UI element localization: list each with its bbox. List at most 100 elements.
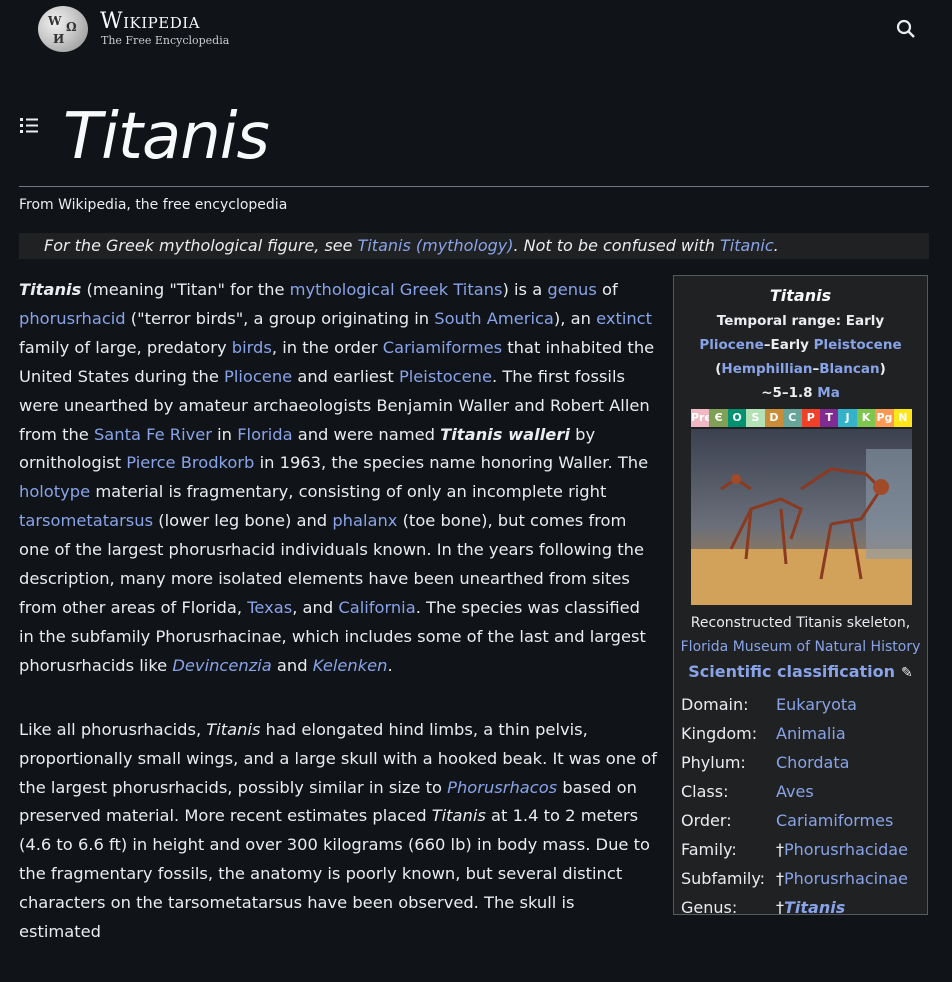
link[interactable]: Phorusrhacos	[447, 778, 557, 797]
text: at 1.4 to 2 meters (4.6 to 6.6 ft) in he…	[19, 806, 650, 942]
link[interactable]: phalanx	[332, 511, 397, 530]
hatnote-link-mythology[interactable]: Titanis (mythology)	[358, 236, 514, 255]
link[interactable]: holotype	[19, 482, 90, 501]
taxonomy-value: †Phorusrhacinae	[776, 864, 921, 893]
scientific-classification-link[interactable]: Scientific classification	[688, 662, 895, 681]
link[interactable]: Florida	[237, 425, 292, 444]
timeline-period[interactable]: P	[801, 409, 820, 427]
taxon-link[interactable]: Phorusrhacidae	[784, 840, 908, 859]
text: .	[387, 655, 393, 675]
link[interactable]: Santa Fe River	[94, 425, 212, 444]
text: family of large, predatory	[19, 337, 232, 357]
infobox-title: Titanis	[769, 286, 832, 305]
text: ) is a	[502, 280, 548, 299]
temporal-range: Temporal range: Early Pliocene–Early Ple…	[674, 309, 927, 405]
text: Like all phorusrhacids,	[19, 719, 207, 739]
timeline-period[interactable]: O	[727, 409, 747, 427]
hatnote-link-titanic[interactable]: Titanic	[720, 236, 774, 255]
timeline-period[interactable]: T	[819, 409, 839, 427]
taxonomy-rank: Kingdom:	[681, 724, 758, 743]
text: and	[271, 655, 313, 675]
hatnote-text: For the Greek mythological figure, see	[44, 236, 358, 255]
timeline-period[interactable]: PreЄ	[691, 409, 710, 427]
geologic-timeline[interactable]: PreЄЄOSDCPTJKPgN	[691, 409, 913, 427]
timeline-period[interactable]: J	[838, 409, 857, 427]
link-blancan[interactable]: Blancan	[819, 361, 879, 377]
wordmark[interactable]: Wikipedia	[100, 9, 200, 34]
skeleton-photo[interactable]	[691, 429, 912, 605]
taxonomy-value: Aves	[776, 777, 921, 806]
page-title: Titanis	[63, 100, 270, 174]
taxonomy-row: Order: Cariamiformes	[681, 806, 921, 835]
extinct-dagger: †	[776, 840, 784, 859]
timeline-period[interactable]: K	[856, 409, 876, 427]
bold-term: Titanis walleri	[440, 424, 570, 444]
taxon-link[interactable]: Animalia	[776, 724, 846, 743]
taxon-link[interactable]: Eukaryota	[776, 695, 857, 714]
link-pleistocene[interactable]: Pleistocene	[814, 337, 902, 353]
text: (meaning "Titan" for the	[81, 280, 290, 299]
taxonomy-rank: Subfamily:	[681, 869, 766, 888]
caption-link[interactable]: Florida Museum of Natural History	[681, 639, 921, 655]
taxon-link[interactable]: Chordata	[776, 753, 849, 772]
text: in	[211, 424, 238, 444]
taxon-link[interactable]: Titanis	[784, 898, 845, 914]
from-wikipedia-line: From Wikipedia, the free encyclopedia	[19, 197, 288, 213]
article-body: Titanis (meaning "Titan" for the mytholo…	[19, 276, 659, 982]
title-divider	[19, 186, 929, 187]
link[interactable]: tarsometatarsus	[19, 511, 153, 530]
taxonomy-value: †Titanis	[776, 893, 921, 915]
taxonomy-value: †Phorusrhacidae	[776, 835, 921, 864]
link[interactable]: mythological Greek Titans	[290, 280, 503, 299]
taxon-link[interactable]: Cariamiformes	[776, 811, 893, 830]
description-paragraph: Like all phorusrhacids, Titanis had elon…	[19, 716, 659, 947]
link[interactable]: Cariamiformes	[383, 338, 502, 357]
link[interactable]: phorusrhacid	[19, 309, 126, 328]
taxonomy-row: Phylum: Chordata	[681, 748, 921, 777]
timeline-period[interactable]: D	[764, 409, 784, 427]
timeline-period[interactable]: N	[893, 409, 913, 427]
text: in 1963, the species name honoring Walle…	[254, 453, 649, 473]
timeline-period[interactable]: Є	[709, 409, 728, 427]
range-label: Temporal range: Early	[716, 313, 885, 329]
hatnote: For the Greek mythological figure, see T…	[19, 233, 929, 259]
link-pliocene[interactable]: Pliocene	[699, 337, 763, 353]
link[interactable]: Kelenken	[313, 656, 388, 675]
link[interactable]: Pleistocene	[399, 367, 492, 386]
link-ma[interactable]: Ma	[817, 385, 840, 401]
link[interactable]: Devincenzia	[172, 656, 271, 675]
extinct-dagger: †	[776, 898, 784, 915]
search-icon[interactable]	[896, 19, 916, 39]
taxonomy-row: Genus: †Titanis	[681, 893, 921, 915]
text: of	[596, 280, 618, 299]
text: and were named	[292, 424, 441, 444]
taxon-link[interactable]: Phorusrhacinae	[784, 869, 908, 888]
pencil-icon[interactable]: ✎	[901, 665, 913, 681]
link[interactable]: California	[338, 598, 415, 617]
site-header: WΩИ Wikipedia The Free Encyclopedia	[0, 0, 952, 60]
taxonomy-table: Domain: Eukaryota Kingdom: Animalia Phylum: C…	[681, 690, 921, 915]
link[interactable]: South America	[434, 309, 554, 328]
wikipedia-globe-logo[interactable]: WΩИ	[38, 6, 88, 52]
link-hemphillian[interactable]: Hemphillian	[721, 361, 812, 377]
image-caption: Reconstructed Titanis skeleton, Florida …	[674, 611, 927, 659]
text: material is fragmentary, consisting of o…	[90, 482, 607, 502]
link[interactable]: extinct	[596, 309, 652, 328]
taxonomy-value: Eukaryota	[776, 690, 921, 719]
link[interactable]: birds	[232, 338, 272, 357]
link[interactable]: Texas	[247, 598, 292, 617]
italic-term: Titanis	[431, 806, 486, 826]
taxon-link[interactable]: Aves	[776, 782, 814, 801]
list-icon[interactable]	[19, 116, 41, 136]
taxonomy-rank: Order:	[681, 811, 732, 830]
link[interactable]: genus	[547, 280, 596, 299]
timeline-period[interactable]: S	[746, 409, 765, 427]
link[interactable]: Pliocene	[224, 367, 292, 386]
link[interactable]: Pierce Brodkorb	[126, 453, 254, 472]
taxonomy-rank: Phylum:	[681, 753, 746, 772]
timeline-period[interactable]: C	[783, 409, 802, 427]
taxonomy-row: Family: †Phorusrhacidae	[681, 835, 921, 864]
caption-text: Reconstructed Titanis skeleton,	[690, 615, 911, 631]
timeline-period[interactable]: Pg	[875, 409, 894, 427]
text: , and	[292, 597, 339, 617]
